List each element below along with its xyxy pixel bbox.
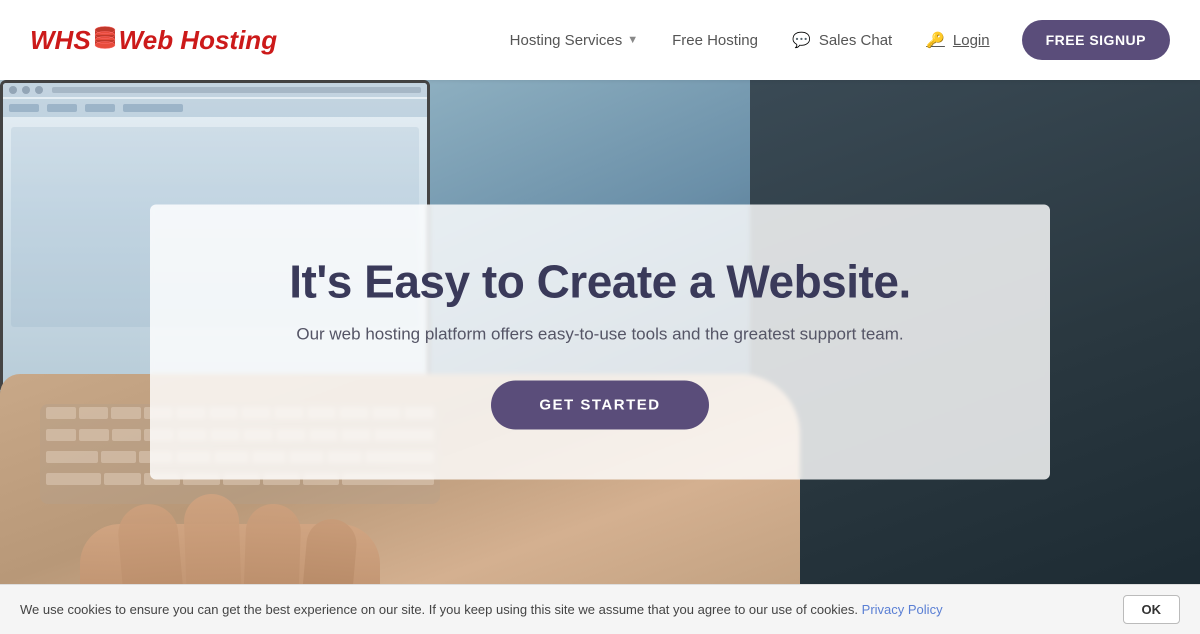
database-icon (91, 24, 119, 57)
privacy-policy-link[interactable]: Privacy Policy (862, 602, 943, 617)
cookie-ok-button[interactable]: OK (1123, 595, 1181, 624)
login-link[interactable]: 🔑 Login (914, 25, 1001, 55)
sign-in-icon: 🔑 (926, 31, 945, 49)
cookie-text: We use cookies to ensure you can get the… (20, 602, 943, 617)
hero-section: It's Easy to Create a Website. Our web h… (0, 80, 1200, 604)
get-started-button[interactable]: GET STARTED (491, 381, 708, 430)
free-hosting-link[interactable]: Free Hosting (660, 26, 770, 55)
free-signup-button[interactable]: FREE SIGNUP (1022, 20, 1170, 60)
sales-chat-link[interactable]: 💬 Sales Chat (780, 25, 904, 55)
cookie-banner: We use cookies to ensure you can get the… (0, 584, 1200, 634)
hero-title: It's Easy to Create a Website. (210, 255, 990, 309)
nav-links: Hosting Services ▼ Free Hosting 💬 Sales … (498, 20, 1170, 60)
navbar: WHS Web Hosting Hosting Services (0, 0, 1200, 80)
hosting-services-link[interactable]: Hosting Services ▼ (498, 26, 650, 55)
chat-icon: 💬 (792, 32, 811, 49)
hero-content-box: It's Easy to Create a Website. Our web h… (150, 205, 1050, 480)
hero-subtitle: Our web hosting platform offers easy-to-… (210, 325, 990, 345)
brand-logo[interactable]: WHS Web Hosting (30, 24, 277, 57)
logo-text-part1: WHS (30, 25, 91, 56)
chevron-down-icon: ▼ (627, 34, 638, 46)
logo-text-part2: Web Hosting (119, 25, 277, 56)
